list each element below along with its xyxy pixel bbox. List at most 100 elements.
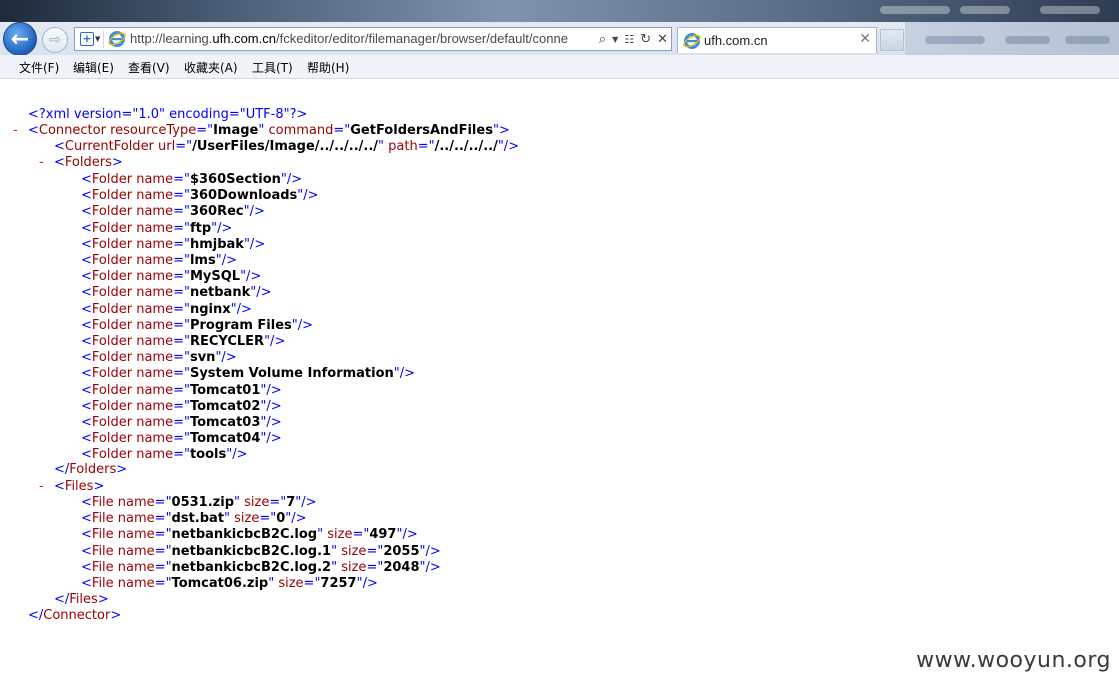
- folder-name: svn: [189, 350, 216, 366]
- folder-entry: <Folder name="Tomcat02"/>: [81, 398, 282, 414]
- file-entry: <File name="dst.bat" size="0"/>: [81, 511, 307, 527]
- menu-edit[interactable]: 编辑(E): [73, 59, 114, 76]
- folder-entry: <Folder name="Program Files"/>: [81, 317, 314, 333]
- blurred-titlebar-text: [880, 6, 950, 14]
- blurred-item: [925, 36, 985, 44]
- folder-entry: <Folder name="RECYCLER"/>: [81, 334, 286, 349]
- dropdown-icon: ▼: [95, 35, 101, 43]
- connector-resource-type: Image: [213, 123, 259, 138]
- collapse-toggle[interactable]: -: [13, 123, 25, 139]
- folder-name: tools: [189, 447, 227, 463]
- forward-button[interactable]: ⇨: [42, 27, 68, 53]
- forward-arrow-icon: ⇨: [49, 32, 61, 48]
- new-tab-button[interactable]: [880, 29, 904, 51]
- files-close-tag: </Files>: [54, 592, 109, 607]
- collapse-toggle[interactable]: -: [39, 155, 51, 171]
- folder-entry: <Folder name="svn"/>: [81, 350, 237, 366]
- xml-document: <?xml version="1.0" encoding="UTF-8"?> -…: [0, 79, 1119, 687]
- url-text[interactable]: http://learning.ufh.com.cn/fckeditor/edi…: [130, 31, 590, 46]
- folder-entry: <Folder name="hmjbak"/>: [81, 236, 266, 252]
- ie-logo-icon: [108, 31, 126, 47]
- blurred-toolbar-area: [905, 22, 1119, 55]
- current-folder-url: /UserFiles/Image/../../../../: [192, 139, 379, 154]
- url-domain: ufh.com.cn: [212, 31, 276, 46]
- folder-name: Tomcat04: [189, 431, 261, 447]
- menu-favorites[interactable]: 收藏夹(A): [184, 59, 238, 76]
- stop-icon[interactable]: ✕: [657, 32, 668, 47]
- connector-open-tag: <Connector resourceType="Image" command=…: [28, 123, 510, 138]
- address-bar[interactable]: + ▼ http://learning.ufh.com.cn/fckeditor…: [74, 27, 672, 51]
- folder-entry: <Folder name="netbank"/>: [81, 285, 272, 301]
- url-prefix: http://learning.: [130, 31, 213, 46]
- refresh-icon[interactable]: ↻: [640, 32, 651, 47]
- file-entry: <File name="netbankicbcB2C.log.1" size="…: [81, 543, 441, 559]
- tab-active[interactable]: ufh.com.cn ✕: [677, 27, 877, 53]
- folder-name: Tomcat03: [189, 415, 261, 430]
- browser-chrome: ← ⇨ + ▼ http://learning.ufh.com.cn/fcked…: [0, 0, 1119, 56]
- current-folder-path: /../../../../: [434, 139, 498, 154]
- file-entry: <File name="netbankicbcB2C.log" size="49…: [81, 527, 418, 543]
- file-size: 0: [276, 511, 286, 527]
- folder-entry: <Folder name="System Volume Information"…: [81, 366, 416, 382]
- current-folder-tag: <CurrentFolder url="/UserFiles/Image/../…: [54, 139, 520, 154]
- menu-file[interactable]: 文件(F): [19, 59, 59, 76]
- folder-name: Tomcat01: [189, 382, 261, 398]
- folder-name: lms: [189, 253, 216, 268]
- ie-logo-icon: [683, 33, 701, 49]
- folder-entry: <Folder name="360Downloads"/>: [81, 188, 319, 204]
- back-button[interactable]: ←: [3, 22, 37, 56]
- menu-tools[interactable]: 工具(T): [252, 59, 293, 76]
- folder-entry: <Folder name="tools"/>: [81, 447, 248, 463]
- folder-name: System Volume Information: [189, 366, 394, 382]
- title-strip: [0, 0, 1119, 22]
- folder-entry: <Folder name="MySQL"/>: [81, 269, 262, 285]
- file-entry: <File name="Tomcat06.zip" size="7257"/>: [81, 576, 378, 591]
- xml-declaration-text: <?xml version="1.0" encoding="UTF-8"?>: [28, 107, 308, 122]
- blurred-item: [1065, 36, 1110, 44]
- file-entry: <File name="netbankicbcB2C.log.2" size="…: [81, 559, 441, 575]
- folder-name: MySQL: [189, 269, 241, 285]
- file-entry: <File name="0531.zip" size="7"/>: [81, 495, 317, 510]
- folder-name: nginx: [189, 301, 231, 317]
- collapse-toggle[interactable]: -: [39, 479, 51, 495]
- folders-open-tag: <Folders>: [54, 155, 123, 170]
- compat-icon[interactable]: ☷: [624, 33, 634, 46]
- compatibility-view-button[interactable]: + ▼: [77, 30, 104, 48]
- file-name: netbankicbcB2C.log.2: [171, 559, 332, 575]
- blurred-item: [1005, 36, 1050, 44]
- dropdown-icon[interactable]: ▼: [612, 35, 618, 44]
- folder-name: hmjbak: [189, 236, 244, 252]
- file-size: 7: [286, 495, 296, 510]
- folder-entry: <Folder name="nginx"/>: [81, 301, 252, 317]
- connector-command: GetFoldersAndFiles: [350, 123, 493, 138]
- folder-entry: <Folder name="360Rec"/>: [81, 204, 265, 220]
- menu-help[interactable]: 帮助(H): [307, 59, 349, 76]
- close-icon[interactable]: ✕: [859, 31, 871, 47]
- files-open-tag: <Files>: [54, 479, 105, 494]
- folder-entry: <Folder name="Tomcat04"/>: [81, 431, 282, 447]
- connector-close-tag: </Connector>: [28, 608, 122, 623]
- file-name: Tomcat06.zip: [171, 576, 269, 591]
- folder-name: netbank: [189, 285, 251, 301]
- folder-name: 360Downloads: [189, 188, 298, 204]
- file-name: 0531.zip: [171, 495, 234, 510]
- folder-entry: <Folder name="$360Section"/>: [81, 172, 303, 187]
- blurred-titlebar-text: [960, 6, 1010, 14]
- file-name: netbankicbcB2C.log: [171, 527, 318, 543]
- folder-name: Tomcat02: [189, 398, 261, 414]
- file-size: 7257: [320, 576, 357, 591]
- folder-name: ftp: [189, 220, 212, 236]
- folder-name: 360Rec: [189, 204, 244, 220]
- address-tools: ⌕ ▼ ☷ ↻ ✕: [599, 30, 668, 48]
- back-arrow-icon: ←: [10, 26, 30, 52]
- folder-entry: <Folder name="ftp"/>: [81, 220, 233, 236]
- folder-entry: <Folder name="Tomcat01"/>: [81, 382, 282, 398]
- file-size: 2055: [383, 543, 420, 559]
- search-icon[interactable]: ⌕: [599, 32, 606, 47]
- file-size: 497: [369, 527, 397, 543]
- watermark: www.wooyun.org: [916, 648, 1111, 673]
- folders-close-tag: </Folders>: [54, 462, 128, 477]
- folder-name: RECYCLER: [189, 334, 265, 349]
- compatibility-view-icon: +: [80, 32, 94, 46]
- menu-view[interactable]: 查看(V): [128, 59, 170, 76]
